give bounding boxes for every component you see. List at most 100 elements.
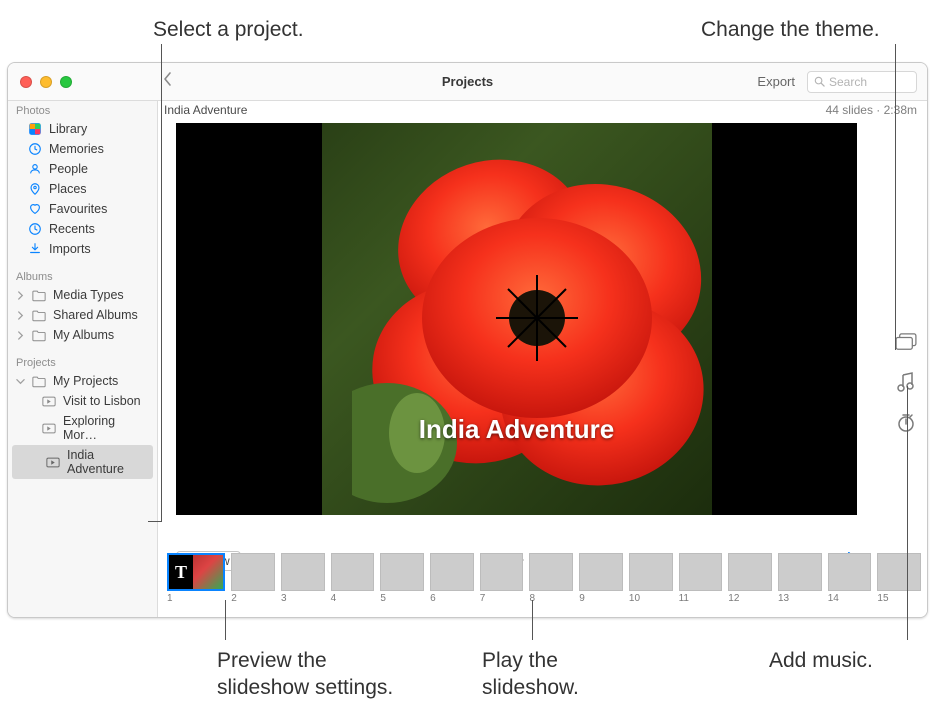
- sidebar-project-item[interactable]: Exploring Mor…: [8, 411, 157, 445]
- sidebar-item-media-types[interactable]: Media Types: [8, 285, 157, 305]
- sidebar-item-label: Visit to Lisbon: [63, 394, 141, 408]
- thumbnail[interactable]: 6: [430, 553, 474, 604]
- title-slide-icon: T: [169, 555, 193, 589]
- thumbnail-number: 13: [778, 591, 822, 604]
- folder-icon: [32, 375, 46, 388]
- thumbnail-number: 1: [167, 591, 225, 604]
- timer-icon: [896, 413, 916, 433]
- thumbnail[interactable]: 10: [629, 553, 673, 604]
- thumbnail[interactable]: 3: [281, 553, 325, 604]
- thumbnail-number: 15: [877, 591, 921, 604]
- thumbnail-number: 11: [679, 591, 723, 604]
- sidebar-item-favourites[interactable]: Favourites: [8, 199, 157, 219]
- thumbnail-title-slide[interactable]: T 1: [167, 553, 225, 604]
- sidebar-item-label: Media Types: [53, 288, 124, 302]
- download-icon: [28, 242, 42, 256]
- callout-preview: Preview the slideshow settings.: [217, 647, 393, 702]
- thumbnail[interactable]: 14: [828, 553, 872, 604]
- close-window[interactable]: [20, 76, 32, 88]
- add-photos-button[interactable]: [895, 617, 917, 618]
- duration-button[interactable]: [896, 413, 916, 438]
- slide-title-overlay: India Adventure: [322, 414, 712, 445]
- project-meta: 44 slides · 2:38m: [826, 103, 917, 117]
- thumbnail[interactable]: 8: [529, 553, 573, 604]
- search-input[interactable]: Search: [807, 71, 917, 93]
- thumbnail-number: 10: [629, 591, 673, 604]
- thumbnail-number: 9: [579, 591, 623, 604]
- thumbnail-strip[interactable]: T 1 2 3 4 5 6 7 8 9 10 11 12 13 14 15: [164, 553, 921, 611]
- slideshow-icon: [46, 457, 60, 468]
- music-button[interactable]: [897, 372, 915, 397]
- sidebar-item-recents[interactable]: Recents: [8, 219, 157, 239]
- thumbnail[interactable]: 9: [579, 553, 623, 604]
- thumbnail-number: 6: [430, 591, 474, 604]
- folder-icon: [32, 309, 46, 322]
- search-placeholder: Search: [829, 75, 867, 89]
- sidebar-item-imports[interactable]: Imports: [8, 239, 157, 259]
- back-button[interactable]: [162, 71, 172, 92]
- flower-graphic: [352, 143, 712, 503]
- sidebar-item-shared-albums[interactable]: Shared Albums: [8, 305, 157, 325]
- sidebar-item-people[interactable]: People: [8, 159, 157, 179]
- sidebar-item-my-projects[interactable]: My Projects: [8, 371, 157, 391]
- thumbnail[interactable]: 15: [877, 553, 921, 604]
- thumbnail[interactable]: 5: [380, 553, 424, 604]
- sidebar-item-label: My Projects: [53, 374, 118, 388]
- thumbnail-number: 4: [331, 591, 375, 604]
- heart-icon: [28, 202, 42, 216]
- sidebar-item-label: People: [49, 162, 88, 176]
- search-icon: [814, 76, 825, 87]
- sidebar-item-places[interactable]: Places: [8, 179, 157, 199]
- chevron-down-icon: [16, 377, 25, 386]
- callout-add-music: Add music.: [769, 647, 873, 674]
- sidebar-item-label: India Adventure: [67, 448, 145, 476]
- sidebar-section-photos: Photos: [8, 101, 157, 119]
- people-icon: [28, 162, 42, 176]
- sidebar-item-my-albums[interactable]: My Albums: [8, 325, 157, 345]
- sidebar-item-label: Recents: [49, 222, 95, 236]
- sidebar-item-memories[interactable]: Memories: [8, 139, 157, 159]
- photos-app-window: Projects Export Search Photos Library Me…: [7, 62, 928, 618]
- callout-play: Play the slideshow.: [482, 647, 579, 702]
- sidebar-item-label: Memories: [49, 142, 104, 156]
- thumbnail-number: 5: [380, 591, 424, 604]
- sidebar-project-item[interactable]: Visit to Lisbon: [8, 391, 157, 411]
- export-button[interactable]: Export: [757, 74, 795, 89]
- thumbnail[interactable]: 2: [231, 553, 275, 604]
- theme-icon: [895, 333, 917, 351]
- thumbnail[interactable]: 11: [679, 553, 723, 604]
- callout-change-theme: Change the theme.: [701, 16, 880, 43]
- main-content: India Adventure 44 slides · 2:38m: [158, 101, 927, 617]
- zoom-window[interactable]: [60, 76, 72, 88]
- thumbnail-number: 2: [231, 591, 275, 604]
- slideshow-icon: [42, 423, 56, 434]
- sidebar-section-projects: Projects: [8, 353, 157, 371]
- places-icon: [28, 182, 42, 196]
- sidebar-item-library[interactable]: Library: [8, 119, 157, 139]
- plus-circle-icon: [895, 617, 917, 618]
- thumbnail[interactable]: 4: [331, 553, 375, 604]
- sidebar-item-label: My Albums: [53, 328, 114, 342]
- folder-icon: [32, 329, 46, 342]
- library-icon: [28, 122, 42, 136]
- slideshow-preview[interactable]: India Adventure: [176, 123, 857, 515]
- thumbnail[interactable]: 7: [480, 553, 524, 604]
- window-controls: [8, 76, 72, 88]
- thumbnail-number: 14: [828, 591, 872, 604]
- sidebar-project-item-selected[interactable]: India Adventure: [12, 445, 153, 479]
- music-icon: [897, 372, 915, 392]
- thumbnail[interactable]: 12: [728, 553, 772, 604]
- thumbnail[interactable]: 13: [778, 553, 822, 604]
- callout-select-project: Select a project.: [153, 16, 304, 43]
- chevron-left-icon: [162, 71, 172, 87]
- theme-button[interactable]: [895, 333, 917, 356]
- thumbnail-number: 12: [728, 591, 772, 604]
- minimize-window[interactable]: [40, 76, 52, 88]
- chevron-right-icon: [16, 331, 25, 340]
- sidebar-item-label: Places: [49, 182, 87, 196]
- thumbnail-number: 3: [281, 591, 325, 604]
- sidebar: Photos Library Memories People Places Fa…: [8, 101, 158, 617]
- sidebar-item-label: Library: [49, 122, 87, 136]
- slideshow-icon: [42, 396, 56, 407]
- folder-icon: [32, 289, 46, 302]
